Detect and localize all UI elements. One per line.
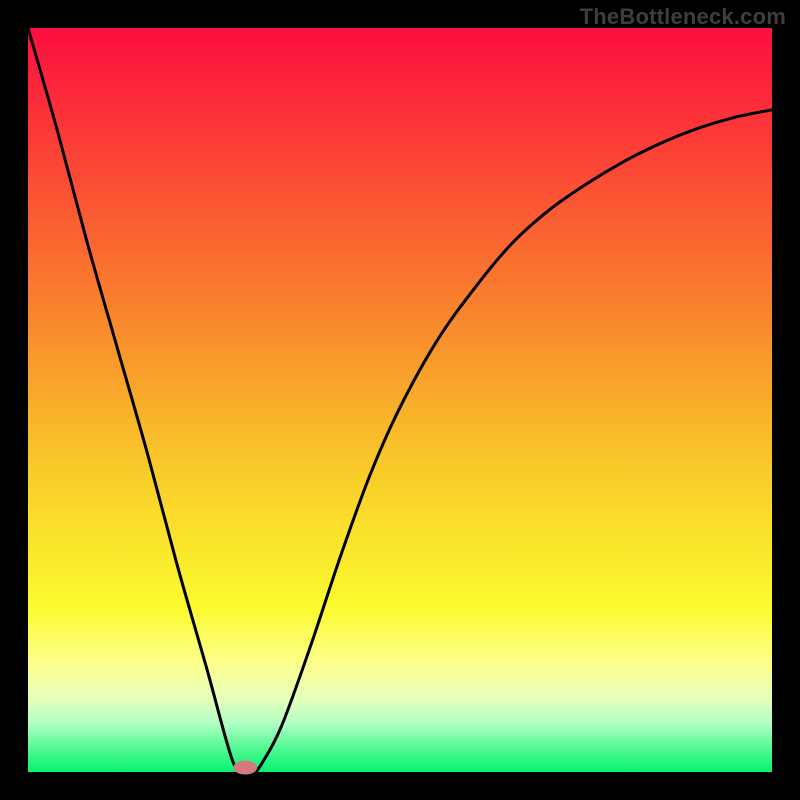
bottleneck-chart — [0, 0, 800, 800]
chart-frame: TheBottleneck.com — [0, 0, 800, 800]
optimal-point-marker — [233, 761, 257, 775]
plot-background — [28, 28, 772, 772]
